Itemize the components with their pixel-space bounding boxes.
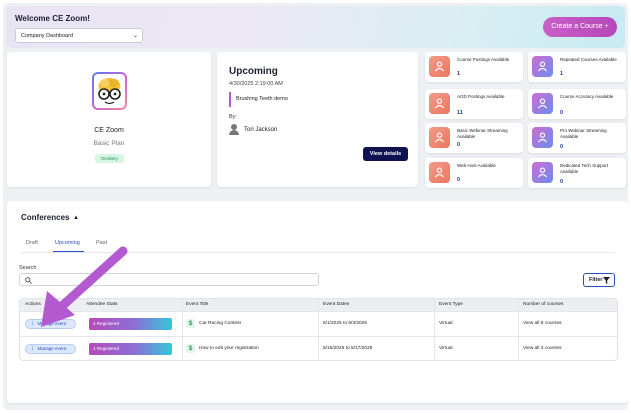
stat-value: 0 [560, 144, 564, 150]
dollar-icon: $ [186, 344, 195, 353]
search-input[interactable] [19, 273, 319, 286]
stat-card: Pro Webinar Streaming Available 0 [528, 123, 626, 153]
event-title[interactable]: How to edit your registration [199, 346, 259, 351]
upcoming-title: Upcoming [229, 66, 278, 77]
manage-event-label: Manage event [37, 321, 67, 326]
upcoming-datetime: 4/30/2025 2:19:00 AM [229, 81, 283, 87]
col-event-dates: Event Dates [323, 302, 350, 307]
people-icon [429, 56, 450, 77]
kebab-icon: ⋮ [30, 321, 35, 326]
view-courses-link[interactable]: View all 8 courses [523, 321, 562, 326]
stat-label: Repeated Courses Available [560, 57, 617, 62]
chevron-down-icon: ⌄ [132, 33, 138, 39]
stat-card: Course Postings Available 1 [425, 52, 523, 82]
search-label: Search [19, 265, 37, 271]
manage-event-button[interactable]: ⋮ Manage event [25, 344, 76, 354]
people-icon [429, 93, 450, 114]
stat-card: AGD Postings Available 11 [425, 89, 523, 119]
col-number-of-courses: Number of courses [523, 302, 564, 307]
stat-card: Repeated Courses Available 1 [528, 52, 626, 82]
people-icon [532, 56, 553, 77]
event-title[interactable]: Car Racing Contest [199, 321, 241, 326]
tab-past[interactable]: Past [96, 240, 107, 246]
people-icon [429, 127, 450, 148]
event-type: Virtual [439, 346, 453, 351]
create-course-button[interactable]: Create a Course + [543, 17, 617, 37]
header-banner: Welcome CE Zoom! Company Dashboard ⌄ Cre… [6, 6, 625, 48]
search-icon [25, 277, 32, 284]
stat-value: 11 [457, 110, 463, 116]
view-courses-link[interactable]: View all 3 courses [523, 346, 562, 351]
tabs-divider [21, 252, 615, 253]
stat-card: Course Accuracy Available 0 [528, 89, 626, 119]
welcome-heading: Welcome CE Zoom! [15, 14, 90, 23]
dashboard-select[interactable]: Company Dashboard ⌄ [15, 28, 143, 43]
specialty-badge: Dentistry [95, 154, 124, 163]
filter-button[interactable]: Filter [583, 273, 615, 287]
event-dates: 5/15/2025 to 5/17/2025 [323, 346, 373, 351]
view-details-button[interactable]: View details [363, 147, 408, 161]
app-frame: Welcome CE Zoom! Company Dashboard ⌄ Cre… [3, 3, 628, 410]
table-row: ⋮ Manage event 1 Registered $ How to edit… [20, 336, 617, 360]
registered-bar: 4 Registered [89, 318, 172, 330]
stat-card: Dedicated Tech Support Available 0 [528, 158, 626, 188]
manage-event-button[interactable]: ⋮ Manage event [25, 319, 76, 329]
stat-card: Basic Webinar Streaming Available 0 [425, 123, 523, 153]
upcoming-card: Upcoming 4/30/2025 2:19:00 AM Brushing T… [217, 52, 418, 187]
stat-value: 0 [457, 177, 461, 183]
active-tab-indicator [53, 251, 84, 252]
company-name: CE Zoom [94, 127, 124, 134]
event-type: Virtual [439, 321, 453, 326]
col-attendee-stats: Attendee Stats [86, 302, 118, 307]
stat-value: 1 [560, 71, 564, 77]
stat-label: Pro Webinar Streaming Available [560, 128, 607, 139]
stat-value: 0 [560, 179, 564, 185]
people-icon [429, 162, 450, 183]
conferences-panel: Conferences ▲ Draft Upcoming Past Search… [7, 201, 628, 403]
brain-logo-icon [92, 72, 127, 110]
col-actions: Actions [25, 302, 41, 307]
person-icon [229, 124, 239, 135]
event-dates: 6/1/2025 to 6/3/2025 [323, 321, 368, 326]
filter-label: Filter [589, 277, 603, 283]
plan-name: Basic Plan [93, 140, 125, 147]
upcoming-event-name: Brushing Teeth demo [229, 92, 288, 107]
people-icon [532, 93, 553, 114]
stat-label: Dedicated Tech Support Available [560, 163, 608, 174]
stat-label: Course Accuracy Available [560, 94, 614, 99]
presenter-name: Tori Jackson [244, 126, 278, 133]
col-event-title: Event Title [186, 302, 209, 307]
funnel-icon [603, 277, 610, 284]
manage-event-label: Manage event [37, 346, 67, 351]
stat-label: Web Host Available [457, 163, 496, 168]
by-label: By: [229, 114, 237, 120]
stat-label: Basic Webinar Streaming Available [457, 128, 508, 139]
stat-value: 0 [560, 110, 564, 116]
col-event-type: Event Type [439, 302, 463, 307]
stat-label: Course Postings Available [457, 57, 510, 62]
profile-card: CE Zoom Basic Plan Dentistry [7, 52, 211, 187]
conferences-table: Actions Attendee Stats Event Title Event… [19, 298, 618, 361]
stat-label: AGD Postings Available [457, 94, 505, 99]
presenter: Tori Jackson [229, 124, 277, 135]
people-icon [532, 127, 553, 148]
collapse-caret-icon[interactable]: ▲ [73, 215, 79, 221]
stat-card: Web Host Available 0 [425, 158, 523, 188]
registered-bar: 1 Registered [89, 343, 172, 355]
dashboard-select-value: Company Dashboard [21, 33, 73, 39]
tab-upcoming[interactable]: Upcoming [55, 240, 80, 246]
conferences-title: Conferences [21, 213, 70, 222]
tab-draft[interactable]: Draft [26, 240, 38, 246]
table-row: ⋮ Manage event 4 Registered $ Car Racing … [20, 311, 617, 336]
dollar-icon: $ [186, 319, 195, 328]
people-icon [532, 162, 553, 183]
stat-value: 1 [457, 71, 461, 77]
kebab-icon: ⋮ [30, 346, 35, 351]
event-title-cell: $ How to edit your registration [186, 344, 259, 353]
stat-value: 0 [457, 142, 461, 148]
event-title-cell: $ Car Racing Contest [186, 319, 241, 328]
